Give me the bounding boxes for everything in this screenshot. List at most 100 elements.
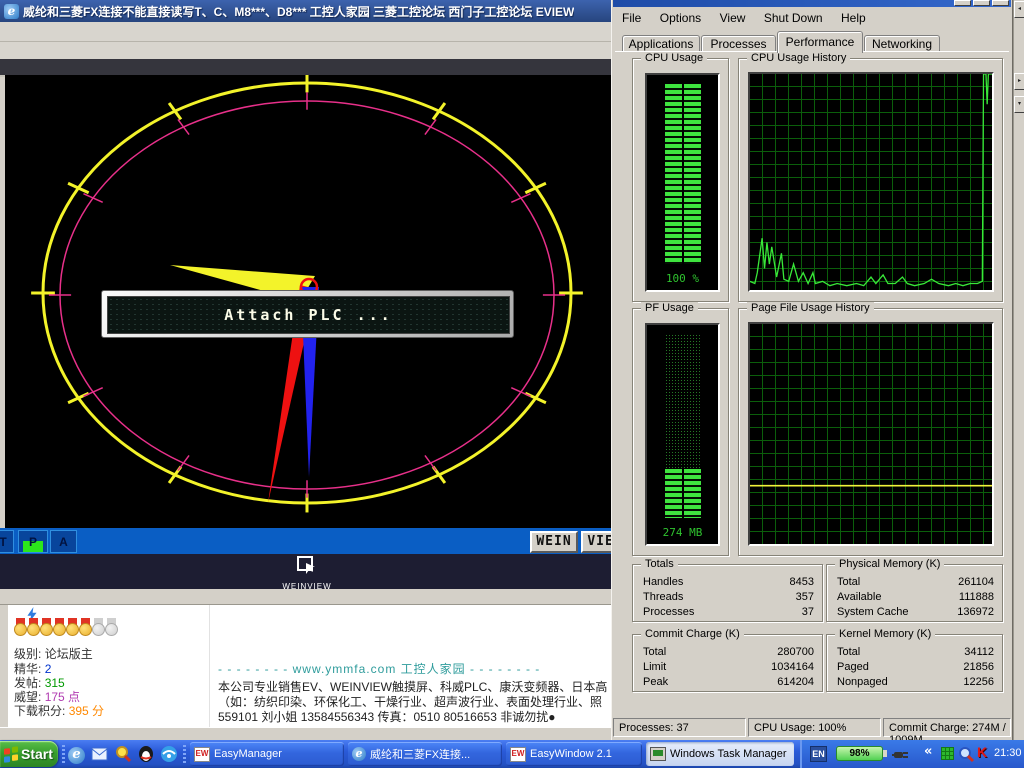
task-manager-titlebar[interactable] (613, 0, 1011, 7)
menu-view[interactable]: View (713, 8, 753, 25)
hmi-window: Attach PLC ... (5, 75, 611, 528)
scroll-up-icon[interactable]: ◂ (1014, 1, 1024, 18)
network-grid-icon[interactable] (941, 747, 954, 760)
attach-plc-dialog-body: Attach PLC ... (107, 296, 510, 334)
hmi-button-p[interactable]: P (18, 530, 48, 553)
cpu-usage-label: CPU Usage (641, 52, 707, 64)
cpu-history-line (750, 74, 992, 286)
scroll-right-icon[interactable]: ▸ (1014, 73, 1024, 90)
minimize-button[interactable] (954, 0, 971, 6)
tab-processes[interactable]: Processes (701, 35, 776, 53)
easymanager-icon: EW (194, 747, 210, 762)
quicklaunch-search-icon[interactable] (114, 745, 132, 763)
quicklaunch-internet-explorer-icon[interactable]: e (68, 745, 86, 763)
taskbar-button-browser[interactable]: e 威纶和三菱FX连接... (348, 742, 502, 766)
battery-indicator[interactable]: 98% (836, 746, 883, 761)
medal-gold-icon (14, 618, 27, 637)
quicklaunch-media-icon[interactable] (160, 745, 178, 763)
hmi-button-t[interactable]: T (0, 530, 14, 553)
browser-statusbar (0, 727, 611, 740)
status-commit: Commit Charge: 274M / 1009M (883, 718, 1011, 737)
task-manager-icon (650, 747, 666, 761)
forum-row-credits: 下载积分: 395 分 (14, 702, 104, 719)
start-button[interactable]: Start (0, 741, 58, 767)
status-processes: Processes: 37 (613, 718, 746, 737)
taskband-handle[interactable] (183, 745, 186, 763)
system-tray: EN 98% « K 21:30 (800, 740, 1024, 768)
windows-flag-icon (4, 746, 19, 763)
pf-usage-label: PF Usage (641, 302, 698, 314)
hmi-toolbar: T P A WEIN VIEW (0, 528, 611, 554)
browser-left-border (0, 589, 8, 740)
medal-silver-icon (92, 618, 105, 637)
antivirus-tray-icon[interactable]: K (977, 744, 987, 760)
task-manager-menubar: File Options View Shut Down Help (615, 8, 1009, 29)
cpu-usage-value: 100 % (647, 272, 718, 285)
physical-memory-group: Physical Memory (K) Total261104 Availabl… (826, 564, 1003, 622)
pf-history-chart (748, 322, 994, 546)
cpu-usage-group: CPU Usage 100 % (632, 58, 729, 302)
menu-help[interactable]: Help (834, 8, 873, 25)
cpu-history-group: CPU Usage History (738, 58, 1003, 302)
menu-shutdown[interactable]: Shut Down (757, 8, 830, 25)
signature-header: - - - - - - - - www.ymmfa.com 工控人家园 - - … (218, 660, 611, 677)
browser-vertical-scrollbar[interactable]: ◂ ▸ ▾ (1013, 0, 1024, 740)
internet-explorer-icon: e (4, 4, 19, 19)
browser-title: 威纶和三菱FX连接不能直接读写T、C、M8***、D8*** 工控人家园 三菱工… (23, 3, 574, 20)
medal-gold-icon (40, 618, 53, 637)
forum-post-area: 级别: 论坛版主 精华: 2 发帖: 315 威望: 175 点 下载积分: 3… (8, 605, 611, 727)
quicklaunch-qq-icon[interactable] (137, 745, 155, 763)
weinview-icon (296, 556, 318, 576)
weinview-desktop-icon[interactable]: WEINVIEW (281, 556, 333, 591)
tab-applications[interactable]: Applications (622, 35, 700, 53)
commit-charge-group: Commit Charge (K) Total280700 Limit10341… (632, 634, 823, 692)
pf-usage-meter: 274 MB (645, 323, 720, 546)
cpu-history-chart (748, 72, 994, 292)
desktop-strip: WEINVIEW (0, 554, 611, 589)
taskbar-clock[interactable]: 21:30 (994, 747, 1024, 759)
tab-performance[interactable]: Performance (777, 31, 863, 53)
taskbar-button-easymanager[interactable]: EW EasyManager (190, 742, 344, 766)
ac-power-icon[interactable] (892, 746, 912, 762)
tab-networking[interactable]: Networking (864, 35, 940, 53)
task-manager-window: File Options View Shut Down Help Applica… (611, 0, 1013, 742)
taskbar-button-easywindow[interactable]: EW EasyWindow 2.1 (506, 742, 642, 766)
magnifier-tray-icon[interactable] (958, 746, 975, 763)
medal-gold-icon (53, 618, 66, 637)
collapse-tray-icon[interactable]: « (924, 744, 932, 759)
maximize-button[interactable] (973, 0, 990, 6)
language-indicator[interactable]: EN (810, 746, 827, 762)
pf-history-label: Page File Usage History (747, 302, 874, 314)
pf-history-group: Page File Usage History (738, 308, 1003, 556)
taskbar-button-task-manager[interactable]: Windows Task Manager (646, 742, 794, 766)
menu-options[interactable]: Options (653, 8, 708, 25)
pf-usage-group: PF Usage 274 MB (632, 308, 729, 556)
cpu-history-label: CPU Usage History (747, 52, 850, 64)
close-button[interactable] (992, 0, 1009, 6)
status-cpu: CPU Usage: 100% (748, 718, 881, 737)
totals-group: Totals Handles8453 Threads357 Processes3… (632, 564, 823, 622)
forum-column-divider (209, 605, 210, 727)
kernel-memory-group: Kernel Memory (K) Total34112 Paged21856 … (826, 634, 1003, 692)
internet-explorer-icon: e (352, 747, 366, 761)
forum-divider-strip (0, 589, 611, 605)
task-manager-statusbar: Processes: 37 CPU Usage: 100% Commit Cha… (613, 718, 1011, 738)
pf-usage-value: 274 MB (647, 526, 718, 539)
signature-line3: 559101 刘小姐 13584556343 传真：0510 80516653 … (218, 708, 611, 725)
hmi-button-a[interactable]: A (50, 530, 77, 553)
attach-plc-dialog: Attach PLC ... (101, 290, 514, 338)
attach-plc-message: Attach PLC ... (224, 306, 392, 324)
medal-gold-icon (27, 618, 40, 637)
scroll-down-icon[interactable]: ▾ (1014, 96, 1024, 113)
desktop: e 威纶和三菱FX连接不能直接读写T、C、M8***、D8*** 工控人家园 三… (0, 0, 1024, 768)
menu-file[interactable]: File (615, 8, 648, 25)
quicklaunch-mail-icon[interactable] (91, 745, 109, 763)
cpu-usage-meter: 100 % (645, 73, 720, 292)
taskbar: Start e EW EasyManager e 威纶和三菱FX连接... EW… (0, 740, 1024, 768)
medal-gold-icon (66, 618, 79, 637)
medal-silver-icon (105, 618, 118, 637)
medal-gold-icon (79, 618, 92, 637)
wein-button[interactable]: WEIN (530, 531, 578, 553)
quicklaunch-handle[interactable] (62, 745, 65, 763)
medal-row (14, 618, 118, 638)
